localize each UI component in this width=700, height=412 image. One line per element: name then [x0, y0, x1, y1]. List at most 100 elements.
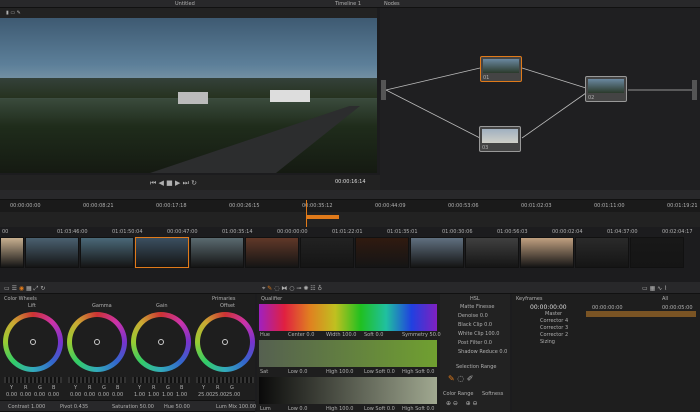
qualifier-field[interactable]: Low 0.0 [288, 369, 307, 375]
tool-icons[interactable]: ⌖ ✎ ◌ ⧓ ○ ⊸ ✺ ☷ ♁ [262, 285, 322, 293]
qualifier-field[interactable]: Symmetry 50.0 [402, 332, 441, 338]
node-01[interactable]: 01 [480, 56, 522, 82]
wheel-handle[interactable] [94, 339, 100, 345]
clip-timecode: 01:00:30:06 [442, 229, 473, 235]
footer-param[interactable]: Lum Mix 100.00 [216, 404, 256, 410]
keyframe-track[interactable]: Master [545, 311, 617, 318]
clip-thumbnail[interactable] [630, 237, 684, 268]
qualifier-field[interactable]: Low 0.0 [288, 406, 307, 412]
hsl-title: HSL [470, 296, 480, 302]
ruler-tick: 00:00:17:18 [156, 203, 187, 209]
clip-thumbnail[interactable] [190, 237, 244, 268]
keyframes-title: Keyframes [516, 296, 543, 302]
master-wheel-slider[interactable] [132, 377, 190, 383]
playhead[interactable] [306, 200, 307, 227]
hsl-param[interactable]: Shadow Reduce 0.0 [458, 349, 507, 355]
farmhouse [270, 90, 310, 102]
channel-value: 0.00 [6, 392, 18, 398]
hsl-param[interactable]: White Clip 100.0 [458, 331, 499, 337]
qualifier-field[interactable]: Low Soft 0.0 [364, 369, 395, 375]
footer-param[interactable]: Saturation 50.00 [112, 404, 154, 410]
clip-thumbnail[interactable] [300, 237, 354, 268]
sat-bar[interactable] [259, 340, 437, 367]
qualifier-field[interactable]: High Soft 0.0 [402, 406, 435, 412]
channel-label: Y [10, 385, 14, 391]
qualifier-field[interactable]: High Soft 0.0 [402, 369, 435, 375]
qualifier-field[interactable]: High 100.0 [326, 369, 353, 375]
keyframe-track[interactable]: Corrector 2 [540, 332, 612, 339]
clip-thumbnail[interactable] [465, 237, 519, 268]
qualifier-field[interactable]: Width 100.0 [326, 332, 356, 338]
color-wheel-gamma[interactable] [67, 312, 127, 372]
hsl-param[interactable]: Black Clip 0.0 [458, 322, 492, 328]
ruler-tick: 00:00:44:09 [375, 203, 406, 209]
qualifier-enable[interactable]: Sat [260, 369, 268, 375]
keyframes-filter[interactable]: All [662, 296, 668, 302]
channel-value: 0.00 [70, 392, 82, 398]
palette-toolbar: ▭ ☰ ◉ ▦ ⤢ ↻ ⌖ ✎ ◌ ⧓ ○ ⊸ ✺ ☷ ♁ ▭ ▦ ∿ ⌇ [0, 282, 700, 294]
master-wheel-slider[interactable] [196, 377, 254, 383]
keyframe-icons[interactable]: ▭ ▦ ∿ ⌇ [642, 285, 667, 292]
barn [178, 92, 208, 104]
footer-param[interactable]: Contrast 1.000 [8, 404, 45, 410]
clip-thumbnail[interactable] [80, 237, 134, 268]
master-wheel-slider[interactable] [4, 377, 62, 383]
channel-label: G [102, 385, 106, 391]
node-graph[interactable]: 01 02 03 [380, 8, 700, 190]
keyframe-track[interactable]: Corrector 4 [540, 318, 612, 325]
clip-thumbnail[interactable] [520, 237, 574, 268]
node-02[interactable]: 02 [585, 76, 627, 102]
timeline-track[interactable] [0, 200, 700, 227]
channel-label: Y [138, 385, 142, 391]
clip-thumbnail[interactable] [410, 237, 464, 268]
mode-selector[interactable]: Primaries [212, 296, 235, 302]
footer-param[interactable]: Pivot 0.435 [60, 404, 88, 410]
nodes-header: Nodes [380, 0, 700, 8]
clip-thumbnail[interactable] [355, 237, 409, 268]
hsl-param[interactable]: Denoise 0.0 [458, 313, 488, 319]
clip-thumbnail[interactable] [25, 237, 79, 268]
ruler-tick: 00:00:53:06 [448, 203, 479, 209]
lum-bar[interactable] [259, 377, 437, 404]
channel-label: G [38, 385, 42, 391]
ruler-tick: 00:01:19:21 [667, 203, 698, 209]
hsl-param[interactable]: Post Filter 0.0 [458, 340, 492, 346]
channel-value: 1.00 [148, 392, 160, 398]
video-viewer[interactable] [0, 18, 377, 173]
viewer-mode-icon[interactable]: ▮ ▭ ✎ [6, 10, 21, 16]
qualifier-enable[interactable]: Hue [260, 332, 270, 338]
transport-controls[interactable]: ⏮ ◀ ■ ▶ ⏭ ↻ [150, 179, 197, 188]
clip-thumbnail[interactable] [0, 237, 24, 268]
range-icons[interactable]: ⊕ ⊖ ⊕ ⊖ [446, 400, 478, 407]
keyframe-track[interactable]: Corrector 3 [540, 325, 612, 332]
color-range-label: Color Range [443, 391, 474, 397]
qualifier-enable[interactable]: Lum [260, 406, 271, 412]
wheel-handle[interactable] [158, 339, 164, 345]
qualifier-field[interactable]: Soft 0.0 [364, 332, 383, 338]
clip-thumbnail[interactable] [575, 237, 629, 268]
qualifier-field[interactable]: Low Soft 0.0 [364, 406, 395, 412]
timeline-selector[interactable]: Timeline 1 [335, 1, 361, 7]
footer-param[interactable]: Hue 50.00 [164, 404, 190, 410]
channel-value: 0.00 [48, 392, 60, 398]
road [150, 106, 360, 173]
clip-thumbnail[interactable] [135, 237, 189, 268]
clip-thumbnail[interactable] [245, 237, 299, 268]
color-wheel-lift[interactable] [3, 312, 63, 372]
master-wheel-slider[interactable] [68, 377, 126, 383]
viewer-header: Untitled Timeline 1 [0, 0, 380, 8]
qualifier-field[interactable]: Center 0.0 [288, 332, 314, 338]
palette-icons[interactable]: ▭ ☰ ◉ ▦ ⤢ ↻ [4, 285, 45, 293]
picker-icons[interactable]: ✎ ◌ ✐ [448, 374, 473, 383]
wheel-handle[interactable] [222, 339, 228, 345]
timeline-ruler[interactable]: 00:00:00:00 00:00:08:21 00:00:17:18 00:00:2… [0, 200, 700, 212]
channel-label: R [24, 385, 28, 391]
keyframe-track[interactable]: Sizing [540, 339, 612, 346]
node-connections [381, 67, 697, 139]
color-wheel-offset[interactable] [195, 312, 255, 372]
qualifier-field[interactable]: High 100.0 [326, 406, 353, 412]
hue-bar[interactable] [259, 304, 437, 331]
node-03[interactable]: 03 [479, 126, 521, 152]
wheel-handle[interactable] [30, 339, 36, 345]
color-wheel-gain[interactable] [131, 312, 191, 372]
